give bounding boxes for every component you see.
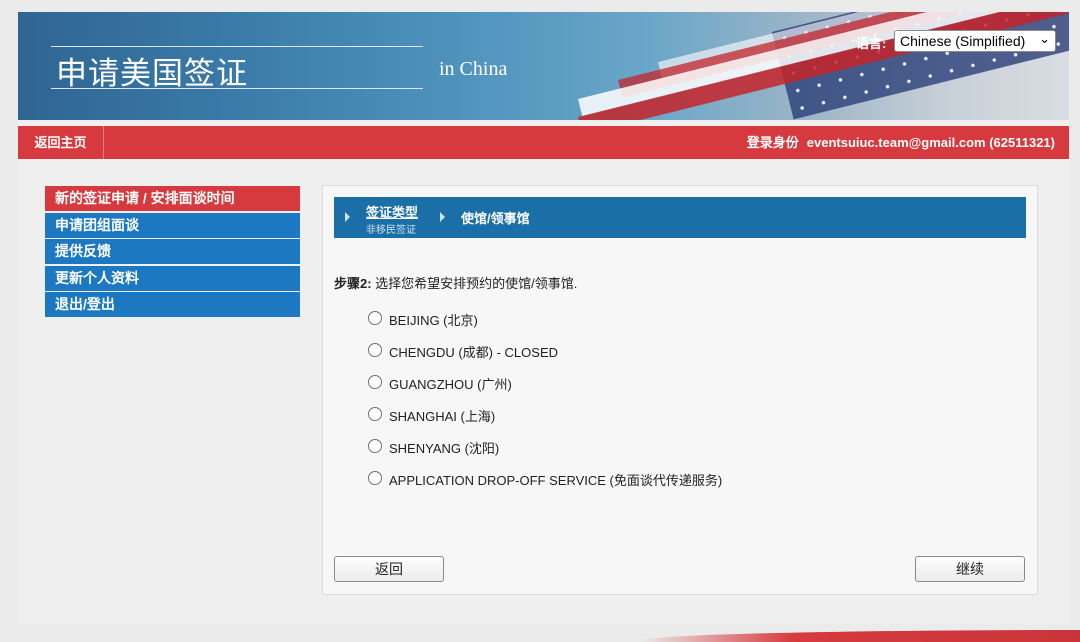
option-guangzhou[interactable]: GUANGZHOU (广州) — [368, 374, 722, 406]
site-title: 申请美国签证 — [56, 56, 248, 92]
breadcrumb-embassy: 使馆/领事馆 — [461, 211, 530, 226]
radio-button[interactable] — [368, 311, 382, 325]
triangle-right-icon — [440, 212, 445, 222]
sidebar-item-feedback[interactable]: 提供反馈 — [45, 239, 300, 264]
sidebar-menu: 新的签证申请 / 安排面谈时间 申请团组面谈 提供反馈 更新个人资料 退出/登出 — [45, 186, 300, 319]
option-label: SHANGHAI (上海) — [389, 409, 496, 424]
language-select[interactable]: Chinese (Simplified) ⌄ — [894, 30, 1056, 52]
radio-button[interactable] — [368, 471, 382, 485]
option-label: SHENYANG (沈阳) — [389, 441, 500, 456]
sidebar-item-new-application[interactable]: 新的签证申请 / 安排面谈时间 — [45, 186, 300, 211]
login-label: 登录身份 — [746, 135, 799, 150]
continue-button[interactable]: 继续 — [915, 556, 1025, 582]
option-label: GUANGZHOU (广州) — [389, 377, 512, 392]
radio-button[interactable] — [368, 407, 382, 421]
language-selected-value: Chinese (Simplified) — [900, 33, 1026, 49]
breadcrumb-visa-type-value: 非移民签证 — [366, 225, 416, 236]
option-label: APPLICATION DROP-OFF SERVICE (免面谈代传递服务) — [389, 473, 723, 488]
breadcrumb: 签证类型 非移民签证 使馆/领事馆 — [334, 197, 1026, 238]
language-label: 语言: — [856, 36, 887, 51]
chevron-down-icon: ⌄ — [1039, 31, 1050, 46]
option-label: BEIJING (北京) — [389, 313, 478, 328]
step-instruction: 步骤2: 选择您希望安排预约的使馆/领事馆. — [334, 273, 577, 292]
site-subtitle: in China — [439, 58, 508, 80]
sidebar-item-update-profile[interactable]: 更新个人资料 — [45, 265, 300, 291]
option-chengdu[interactable]: CHENGDU (成都) - CLOSED — [368, 342, 722, 374]
title-rule — [51, 46, 423, 47]
page-background: 申请美国签证 in China 语言: Chinese (Simplified)… — [0, 0, 1080, 642]
sidebar-item-group-interview[interactable]: 申请团组面谈 — [45, 212, 300, 238]
radio-button[interactable] — [368, 439, 382, 453]
footer-decoration — [640, 630, 1080, 642]
option-label: CHENGDU (成都) - CLOSED — [389, 345, 559, 360]
top-nav-bar: 返回主页 登录身份 eventsuiuc.team@gmail.com (6251… — [18, 124, 1069, 159]
sidebar-item-logout[interactable]: 退出/登出 — [45, 292, 300, 317]
step-text: 选择您希望安排预约的使馆/领事馆. — [371, 276, 578, 291]
option-beijing[interactable]: BEIJING (北京) — [368, 310, 722, 342]
login-account: eventsuiuc.team@gmail.com (62511321) — [806, 135, 1055, 150]
login-info: 登录身份 eventsuiuc.team@gmail.com (62511321) — [747, 126, 1055, 159]
breadcrumb-visa-type[interactable]: 签证类型 — [366, 202, 418, 221]
option-drop-off-service[interactable]: APPLICATION DROP-OFF SERVICE (免面谈代传递服务) — [368, 470, 722, 502]
option-shanghai[interactable]: SHANGHAI (上海) — [368, 406, 722, 438]
radio-button[interactable] — [368, 343, 382, 357]
option-shenyang[interactable]: SHENYANG (沈阳) — [368, 438, 722, 470]
triangle-right-icon — [345, 212, 350, 222]
home-link[interactable]: 返回主页 — [18, 126, 104, 159]
main-panel: 签证类型 非移民签证 使馆/领事馆 步骤2: 选择您希望安排预约的使馆/领事馆.… — [322, 185, 1038, 595]
header-banner: 申请美国签证 in China 语言: Chinese (Simplified)… — [18, 12, 1069, 120]
step-label: 步骤2: — [334, 276, 372, 291]
radio-button[interactable] — [368, 375, 382, 389]
consulate-options: BEIJING (北京) CHENGDU (成都) - CLOSED GUANG… — [368, 310, 722, 502]
back-button[interactable]: 返回 — [334, 556, 444, 582]
